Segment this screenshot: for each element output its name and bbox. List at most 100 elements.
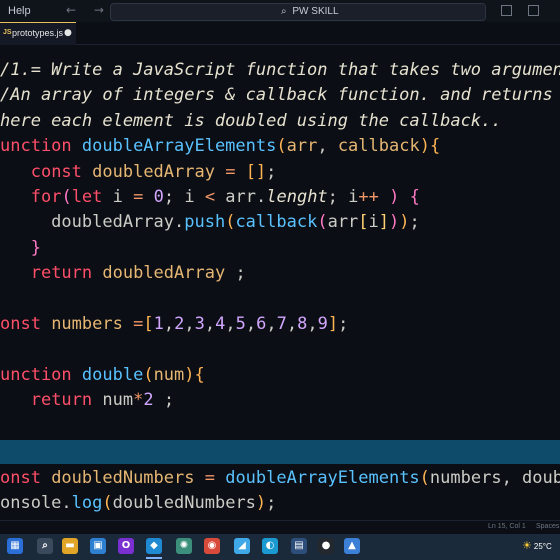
- back-arrow-icon[interactable]: ←: [66, 3, 76, 17]
- code-token: ,: [307, 314, 318, 334]
- code-token: (: [317, 212, 328, 233]
- layout-toggle-icon[interactable]: [501, 5, 512, 16]
- code-token: 1: [153, 314, 164, 334]
- code-line[interactable]: for(let i = 0; i < arr.lenght; i++ ) {: [0, 185, 420, 209]
- command-center-label: PW SKILL: [292, 6, 339, 17]
- code-token: return: [30, 390, 103, 411]
- selection-highlight: [0, 440, 560, 464]
- code-token: (: [143, 364, 154, 385]
- code-token: ,: [184, 314, 195, 334]
- code-token: ; i: [327, 187, 359, 207]
- code-token: ,: [163, 314, 175, 334]
- code-line[interactable]: doubledArray.push(callback(arr[i]));: [0, 210, 420, 234]
- weather-widget[interactable]: ☀ 25°C: [522, 539, 552, 552]
- code-token: i: [112, 187, 134, 207]
- code-token: ;: [153, 390, 175, 411]
- menu-help[interactable]: Help: [8, 5, 31, 17]
- terminal-icon[interactable]: ▤: [291, 538, 307, 554]
- code-token: callback: [235, 212, 318, 233]
- code-token: (: [61, 187, 72, 207]
- tab-label: prototypes.js: [12, 28, 64, 38]
- code-line[interactable]: here each element is doubled using the c…: [0, 109, 502, 133]
- code-token: unction: [0, 364, 82, 385]
- code-line[interactable]: /1.= Write a JavaScript function that ta…: [0, 58, 560, 82]
- code-token: ]: [378, 212, 390, 233]
- code-token: =: [214, 161, 246, 182]
- code-token: doubledArray: [92, 161, 215, 182]
- code-token: (: [419, 468, 430, 488]
- code-token: 7: [276, 314, 287, 334]
- code-token: double: [81, 364, 144, 385]
- chatgpt-icon[interactable]: ✺: [176, 538, 192, 554]
- tab-prototypes-js[interactable]: JS prototypes.js ●: [0, 22, 76, 45]
- code-line[interactable]: unction doubleArrayElements(arr, callbac…: [0, 134, 440, 158]
- code-token: ,: [317, 136, 338, 157]
- store-icon[interactable]: ▣: [90, 538, 106, 554]
- code-token: 2: [174, 314, 185, 334]
- chrome-icon[interactable]: ◉: [204, 538, 220, 554]
- code-token: 8: [297, 314, 308, 334]
- edge-icon[interactable]: ◐: [262, 538, 278, 554]
- photos-icon[interactable]: ▲: [344, 538, 360, 554]
- code-line[interactable]: return doubledArray ;: [0, 261, 246, 285]
- code-token: [: [358, 212, 369, 233]
- code-editor[interactable]: /1.= Write a JavaScript function that ta…: [0, 56, 560, 440]
- code-token: =: [133, 187, 154, 207]
- windows-start-icon[interactable]: ▦: [7, 538, 23, 554]
- code-line[interactable]: return num*2 ;: [0, 388, 174, 412]
- search-icon[interactable]: ⌕: [37, 538, 53, 554]
- code-token: arr: [286, 136, 318, 157]
- code-line[interactable]: }: [0, 236, 41, 260]
- code-line[interactable]: const doubledArray = [];: [0, 160, 277, 184]
- code-token: 9: [317, 314, 328, 334]
- cursor-position[interactable]: Ln 15, Col 1: [488, 523, 526, 530]
- code-token: doubledNumbers: [112, 493, 256, 514]
- flutter-icon[interactable]: ◢: [234, 538, 250, 554]
- code-token: 3: [194, 314, 205, 334]
- code-token: num: [153, 364, 185, 385]
- code-line[interactable]: onst numbers =[1,2,3,4,5,6,7,8,9];: [0, 312, 348, 336]
- code-token: onst: [0, 314, 52, 334]
- code-token: }: [30, 237, 41, 258]
- code-token: ){: [184, 364, 205, 385]
- code-token: ++: [358, 187, 390, 207]
- code-editor-bottom[interactable]: onst doubledNumbers = doubleArrayElement…: [0, 466, 560, 518]
- code-line[interactable]: /An array of integers & callback functio…: [0, 83, 553, 107]
- code-token: 0: [153, 187, 164, 207]
- code-token: ,: [225, 314, 236, 334]
- vscode-icon[interactable]: ◆: [146, 538, 162, 554]
- code-token: (: [225, 212, 236, 233]
- code-token: *: [133, 390, 144, 411]
- code-token: ): [255, 493, 267, 514]
- indentation-status[interactable]: Spaces: [536, 523, 559, 530]
- opera-icon[interactable]: O: [118, 538, 134, 554]
- code-token: onsole.: [0, 493, 72, 514]
- code-line[interactable]: onst doubledNumbers = doubleArrayElement…: [0, 466, 560, 490]
- code-token: ]: [327, 314, 339, 334]
- code-token: ; i: [163, 187, 205, 207]
- command-center[interactable]: ⌕ PW SKILL: [110, 3, 486, 21]
- github-icon[interactable]: ●: [318, 538, 334, 554]
- code-token: doubledArray: [102, 263, 226, 284]
- panel-toggle-icon[interactable]: [527, 5, 539, 16]
- code-token: callback: [337, 136, 420, 157]
- code-line[interactable]: onsole.log(doubledNumbers);: [0, 491, 276, 515]
- code-token: ;: [409, 212, 420, 233]
- code-token: ): [389, 212, 400, 233]
- temperature: 25°C: [533, 542, 552, 551]
- code-token: =: [122, 314, 144, 334]
- code-token: /1.= Write a JavaScript function that ta…: [0, 60, 560, 80]
- title-bar: Help ← → ⌕ PW SKILL: [0, 0, 560, 37]
- code-token: lenght: [266, 187, 328, 207]
- code-token: ;: [338, 314, 349, 334]
- file-explorer-icon[interactable]: ▬: [62, 538, 78, 554]
- forward-arrow-icon[interactable]: →: [94, 3, 104, 17]
- code-line[interactable]: unction double(num){: [0, 363, 205, 387]
- code-token: unction: [0, 136, 82, 157]
- javascript-file-icon: JS: [3, 29, 12, 36]
- code-token: 6: [256, 314, 267, 334]
- unsaved-dot-icon[interactable]: ●: [64, 28, 72, 38]
